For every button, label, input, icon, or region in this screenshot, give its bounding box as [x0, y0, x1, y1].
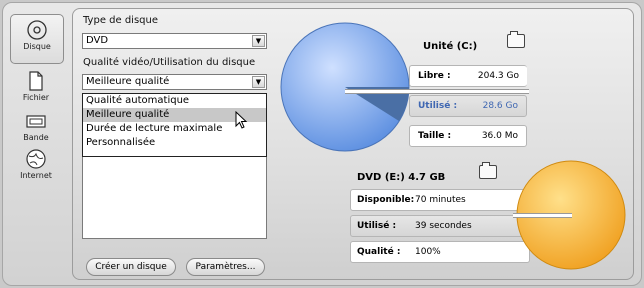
drive-size-row: Taille : 36.0 Mo — [409, 125, 527, 147]
sidebar-item-internet[interactable]: Internet — [10, 144, 62, 192]
dvd-quality-value: 100% — [415, 247, 441, 257]
quality-option[interactable]: Personnalisée — [83, 136, 266, 150]
dvd-quality-key: Qualité : — [357, 247, 401, 257]
dvd-available-row: Disponible: 70 minutes — [350, 189, 530, 211]
sidebar: Disque Fichier Bande Internet — [6, 10, 64, 274]
dvd-pointer-line — [513, 213, 572, 218]
disc-type-select[interactable]: DVD ▼ — [82, 33, 267, 49]
drive-used-value: 28.6 Go — [482, 101, 518, 111]
dvd-available-value: 70 minutes — [415, 195, 466, 205]
chevron-down-icon[interactable]: ▼ — [252, 76, 265, 88]
sidebar-item-label: Internet — [20, 171, 52, 180]
create-disc-button[interactable]: Créer un disque — [86, 258, 176, 276]
quality-value: Meilleure qualité — [86, 76, 170, 87]
drive-free-key: Libre : — [418, 71, 451, 81]
drive-size-key: Taille : — [418, 131, 452, 141]
drive-free-value: 204.3 Go — [477, 71, 519, 81]
sidebar-item-label: Bande — [23, 133, 49, 142]
dvd-available-key: Disponible: — [357, 195, 415, 205]
dvd-used-value: 39 secondes — [415, 221, 472, 231]
sidebar-item-label: Disque — [23, 42, 51, 51]
drive-title: Unité (C:) — [423, 41, 478, 52]
quality-option[interactable]: Qualité automatique — [83, 94, 266, 108]
drive-used-row: Utilisé : 28.6 Go — [409, 95, 527, 117]
folder-icon[interactable] — [507, 31, 525, 48]
drive-used-key: Utilisé : — [418, 101, 458, 111]
disc-icon — [27, 20, 47, 40]
drive-free-row: Libre : 204.3 Go — [409, 65, 527, 87]
sidebar-item-disque[interactable]: Disque — [10, 14, 64, 64]
file-icon — [29, 71, 43, 91]
sidebar-item-label: Fichier — [22, 93, 50, 102]
mouse-cursor-icon — [235, 111, 248, 129]
main-panel: Type de disque DVD ▼ Qualité vidéo/Utili… — [72, 8, 634, 280]
dvd-used-key: Utilisé : — [357, 221, 397, 231]
disc-type-value: DVD — [86, 35, 109, 46]
dvd-title: DVD (E:) 4.7 GB — [357, 172, 446, 183]
disc-type-label: Type de disque — [83, 15, 158, 26]
drive-pointer-line — [345, 89, 529, 94]
quality-select[interactable]: Meilleure qualité ▼ — [82, 74, 267, 90]
tape-icon — [26, 115, 46, 128]
dvd-used-row: Utilisé : 39 secondes — [350, 215, 530, 237]
globe-icon — [26, 149, 46, 169]
dvd-quality-row: Qualité : 100% — [350, 241, 530, 263]
quality-label: Qualité vidéo/Utilisation du disque — [83, 57, 256, 68]
drive-usage-pie — [280, 22, 410, 152]
folder-icon[interactable] — [479, 162, 497, 179]
chevron-down-icon[interactable]: ▼ — [252, 35, 265, 47]
drive-size-value: 36.0 Mo — [481, 131, 518, 141]
params-button[interactable]: Paramètres... — [186, 258, 265, 276]
